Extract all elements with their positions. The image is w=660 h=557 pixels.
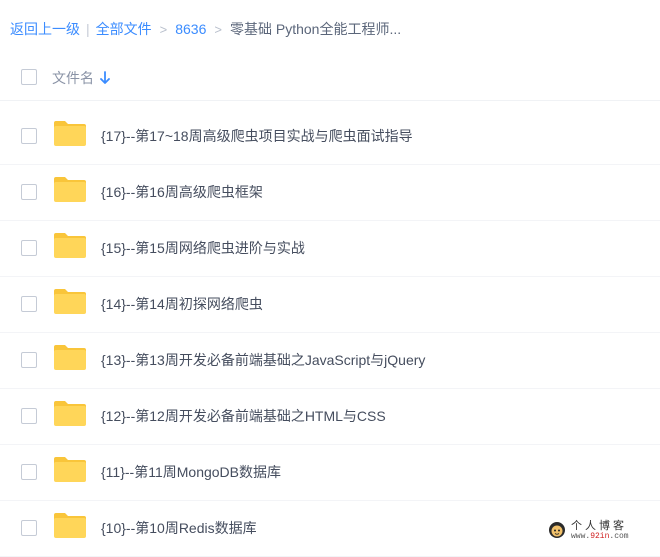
watermark-title: 个人博客 — [571, 518, 627, 532]
row-checkbox[interactable] — [21, 520, 37, 536]
file-name[interactable]: {12}--第12周开发必备前端基础之HTML与CSS — [101, 406, 386, 426]
name-column-header[interactable]: 文件名 — [52, 68, 110, 88]
file-name[interactable]: {10}--第10周Redis数据库 — [101, 518, 257, 538]
row-checkbox[interactable] — [21, 128, 37, 144]
file-row[interactable]: {15}--第15周网络爬虫进阶与实战 — [0, 220, 660, 277]
breadcrumb-item-8636[interactable]: 8636 — [175, 21, 206, 37]
row-checkbox[interactable] — [21, 296, 37, 312]
folder-icon — [54, 233, 86, 258]
file-row[interactable]: {17}--第17~18周高级爬虫项目实战与爬虫面试指导 — [0, 108, 660, 165]
file-name[interactable]: {13}--第13周开发必备前端基础之JavaScript与jQuery — [101, 350, 425, 370]
breadcrumb-separator: > — [159, 21, 168, 37]
back-link[interactable]: 返回上一级 — [10, 19, 80, 39]
folder-icon — [54, 289, 86, 314]
file-name[interactable]: {11}--第11周MongoDB数据库 — [101, 462, 281, 482]
row-checkbox[interactable] — [21, 464, 37, 480]
folder-icon — [54, 121, 86, 146]
breadcrumb-current: 零基础 Python全能工程师... — [229, 21, 402, 37]
file-name[interactable]: {17}--第17~18周高级爬虫项目实战与爬虫面试指导 — [101, 126, 413, 146]
folder-icon — [54, 345, 86, 370]
folder-icon — [54, 513, 86, 538]
file-name[interactable]: {15}--第15周网络爬虫进阶与实战 — [101, 238, 305, 258]
row-checkbox[interactable] — [21, 352, 37, 368]
row-checkbox[interactable] — [21, 184, 37, 200]
file-row[interactable]: {14}--第14周初探网络爬虫 — [0, 276, 660, 333]
name-column-label: 文件名 — [52, 70, 94, 86]
row-checkbox[interactable] — [21, 240, 37, 256]
file-list-header: 文件名 — [0, 60, 660, 101]
folder-icon — [54, 177, 86, 202]
arrow-down-icon[interactable] — [100, 71, 110, 85]
watermark: 个人博客 www.92in.com — [548, 518, 660, 542]
file-row[interactable]: {11}--第11周MongoDB数据库 — [0, 444, 660, 501]
file-name[interactable]: {16}--第16周高级爬虫框架 — [101, 182, 263, 202]
select-all-checkbox[interactable] — [21, 69, 37, 85]
row-checkbox[interactable] — [21, 408, 37, 424]
all-files-link[interactable]: 全部文件 — [96, 19, 152, 39]
breadcrumb: 返回上一级 | 全部文件 > 8636 > 零基础 Python全能工程师... — [10, 18, 401, 40]
file-row[interactable]: {13}--第13周开发必备前端基础之JavaScript与jQuery — [0, 332, 660, 389]
folder-icon — [54, 401, 86, 426]
watermark-url: www.92in.com — [571, 531, 629, 541]
file-row[interactable]: {12}--第12周开发必备前端基础之HTML与CSS — [0, 388, 660, 445]
avatar-icon — [549, 522, 565, 538]
breadcrumb-separator: > — [214, 21, 222, 37]
file-name[interactable]: {14}--第14周初探网络爬虫 — [101, 294, 263, 314]
breadcrumb-divider: | — [86, 21, 90, 37]
folder-icon — [54, 457, 86, 482]
file-row[interactable]: {16}--第16周高级爬虫框架 — [0, 164, 660, 221]
